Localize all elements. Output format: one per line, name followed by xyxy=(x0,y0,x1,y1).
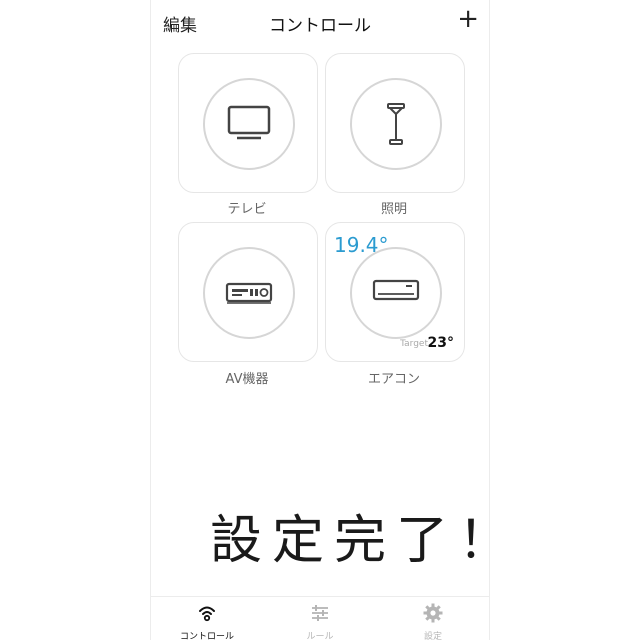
device-icon-circle xyxy=(350,78,442,170)
device-icon-circle xyxy=(350,247,442,339)
device-tile-av[interactable] xyxy=(178,222,318,362)
sliders-icon xyxy=(312,605,328,621)
device-tile-tv[interactable] xyxy=(178,53,318,193)
add-device-button[interactable]: + xyxy=(457,6,479,32)
tab-settings[interactable]: 設定 xyxy=(377,597,489,642)
tv-icon xyxy=(227,105,271,140)
device-label-av: AV機器 xyxy=(225,372,269,387)
device-icon-circle xyxy=(203,247,295,339)
tab-bar: コントロール ルール 設定 xyxy=(151,596,489,642)
page-title: コントロール xyxy=(269,16,371,36)
air-conditioner-icon xyxy=(372,279,420,301)
tab-label: 設定 xyxy=(423,632,442,642)
setup-complete-overlay-text: 設定完了！ xyxy=(210,511,521,571)
wifi-icon xyxy=(199,606,215,622)
target-temperature: 23° xyxy=(427,335,454,351)
device-tile-aircon[interactable]: 19.4° Target 23° xyxy=(325,222,465,362)
target-label: Target xyxy=(400,339,428,349)
device-label-tv: テレビ xyxy=(227,202,267,217)
tab-label: ルール xyxy=(306,632,334,642)
tab-label: コントロール xyxy=(179,632,234,642)
tab-control[interactable]: コントロール xyxy=(151,597,263,642)
device-label-light: 照明 xyxy=(380,202,407,217)
tab-rules[interactable]: ルール xyxy=(264,597,376,642)
device-label-aircon: エアコン xyxy=(367,372,420,387)
av-receiver-icon xyxy=(225,282,273,304)
device-icon-circle xyxy=(203,78,295,170)
device-tile-light[interactable] xyxy=(325,53,465,193)
gear-icon xyxy=(423,603,443,623)
floor-lamp-icon xyxy=(387,103,405,145)
header: 編集 コントロール + xyxy=(151,0,489,44)
